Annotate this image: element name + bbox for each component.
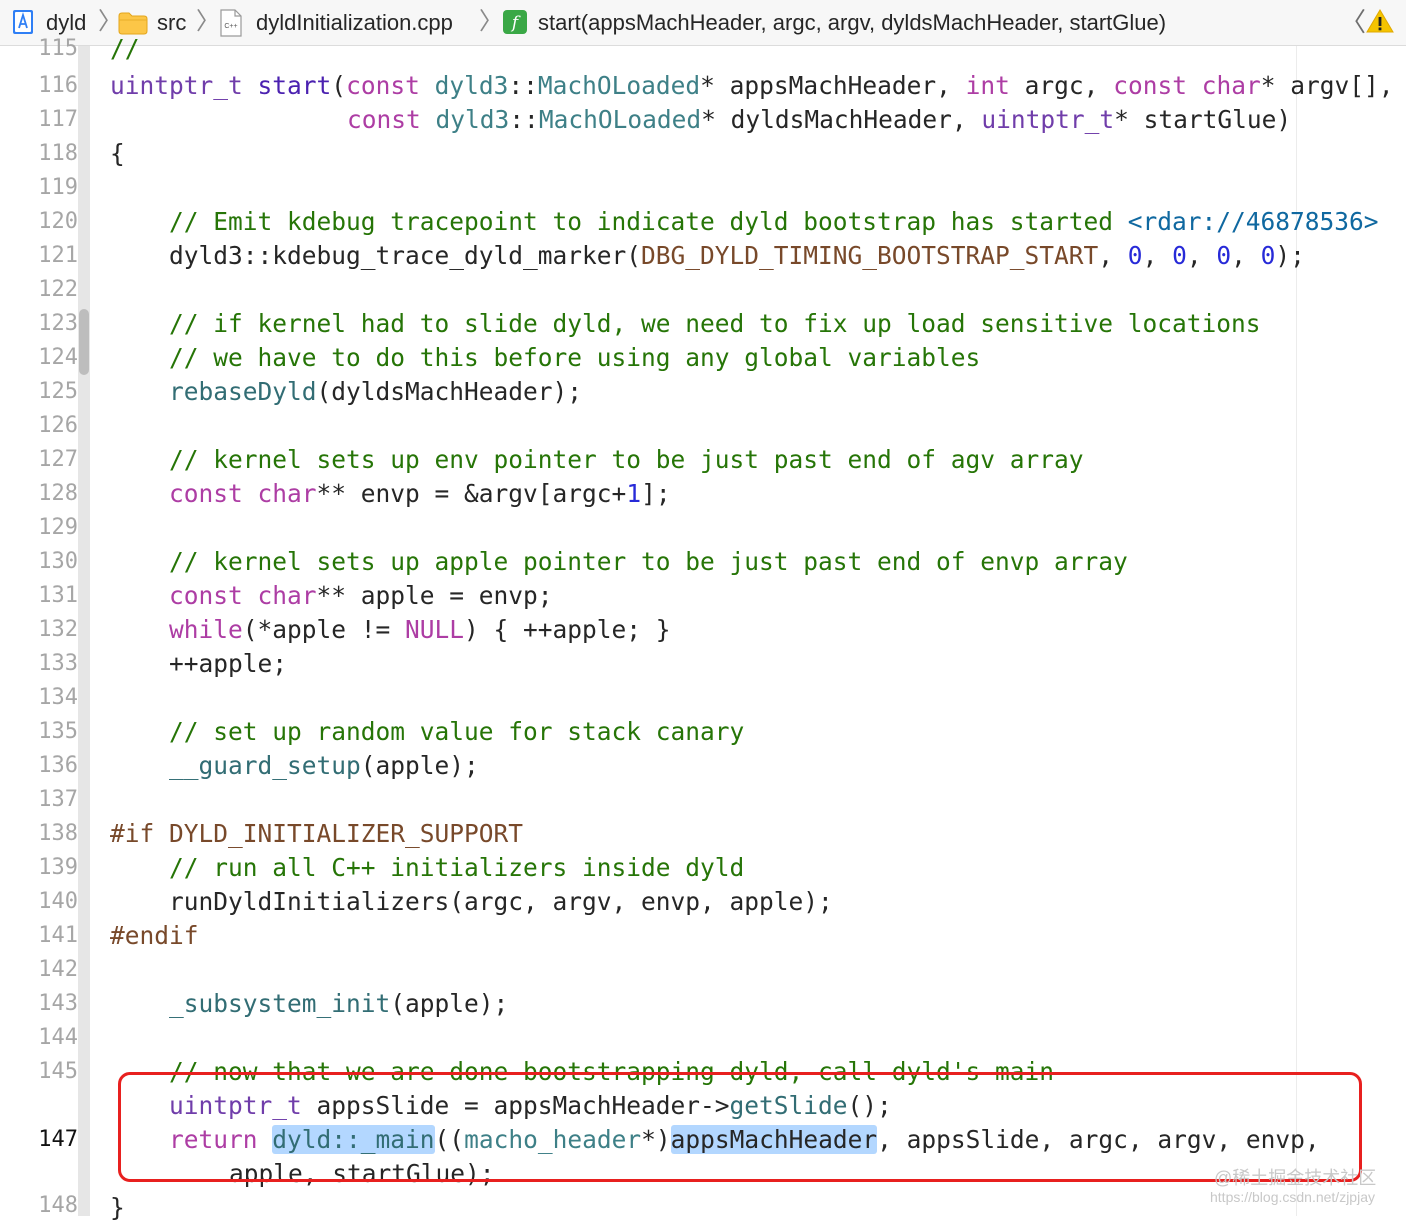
- breadcrumb-bar: dyld 〉 src 〉 C++ dyldInitialization.cpp …: [0, 0, 1406, 46]
- breadcrumb-function[interactable]: start(appsMachHeader, argc, argv, dyldsM…: [538, 9, 1166, 37]
- line-number-gutter: 115 116 117 118 119 120 121 122 123 124 …: [0, 36, 78, 1218]
- code-comment: // if kernel had to slide dyld, we need …: [169, 309, 1261, 338]
- line-number: 139: [38, 855, 78, 880]
- code-line: const dyld3::MachOLoaded* dyldsMachHeade…: [347, 105, 1292, 134]
- line-number: 127: [38, 447, 78, 472]
- line-number: 142: [38, 957, 78, 982]
- change-ribbon: [78, 46, 90, 1216]
- file-type-badge: C++: [224, 23, 237, 30]
- function-icon[interactable]: f: [502, 9, 528, 35]
- line-number: 129: [38, 515, 78, 540]
- line-number: 138: [38, 821, 78, 846]
- code-line: //: [110, 34, 140, 63]
- ribbon-marker[interactable]: [79, 309, 89, 375]
- line-number: 135: [38, 719, 78, 744]
- code-line: }: [110, 1193, 125, 1222]
- code-line: runDyldInitializers(argc, argv, envp, ap…: [169, 887, 833, 916]
- line-number: 123: [38, 311, 78, 336]
- line-number: 140: [38, 889, 78, 914]
- line-number: 122: [38, 277, 78, 302]
- line-number: 124: [38, 345, 78, 370]
- chevron-right-icon: 〉: [196, 8, 220, 35]
- line-number: 137: [38, 787, 78, 812]
- watermark-url: https://blog.csdn.net/zjpjay: [1210, 1189, 1375, 1205]
- code-line: while(*apple != NULL) { ++apple; }: [169, 615, 671, 644]
- line-number: 126: [38, 413, 78, 438]
- code-comment: // run all C++ initializers inside dyld: [169, 853, 745, 882]
- line-number: 132: [38, 617, 78, 642]
- line-number: 116: [38, 73, 78, 98]
- code-line: {: [110, 139, 125, 168]
- line-number: 130: [38, 549, 78, 574]
- watermark-text: @稀土掘金技术社区: [1214, 1168, 1377, 1188]
- line-number: 120: [38, 209, 78, 234]
- line-number: 136: [38, 753, 78, 778]
- chevron-right-icon: 〉: [479, 8, 503, 35]
- code-line: const char** apple = envp;: [169, 581, 553, 610]
- code-comment: // kernel sets up apple pointer to be ju…: [169, 547, 1128, 576]
- line-number: 131: [38, 583, 78, 608]
- breadcrumb-file[interactable]: dyldInitialization.cpp: [256, 9, 453, 37]
- code-line: ++apple;: [169, 649, 288, 678]
- code-line: uintptr_t start(const dyld3::MachOLoaded…: [110, 71, 1394, 100]
- warning-icon[interactable]: [1366, 8, 1394, 34]
- code-preprocessor: #if DYLD_INITIALIZER_SUPPORT: [110, 819, 524, 848]
- chevron-left-icon[interactable]: 〈: [1340, 8, 1366, 36]
- line-number: 133: [38, 651, 78, 676]
- code-comment: // we have to do this before using any g…: [169, 343, 981, 372]
- code-line: // Emit kdebug tracepoint to indicate dy…: [169, 207, 1379, 236]
- code-preprocessor: #endif: [110, 921, 199, 950]
- line-number: 121: [38, 243, 78, 268]
- code-line: const char** envp = &argv[argc+1];: [169, 479, 671, 508]
- code-line: rebaseDyld(dyldsMachHeader);: [169, 377, 583, 406]
- line-number: 143: [38, 991, 78, 1016]
- line-number: 119: [38, 175, 78, 200]
- line-number: 134: [38, 685, 78, 710]
- current-line-number: 147: [38, 1127, 78, 1152]
- code-comment: // set up random value for stack canary: [169, 717, 745, 746]
- code-line: dyld3::kdebug_trace_dyld_marker(DBG_DYLD…: [169, 241, 1305, 270]
- line-number: 128: [38, 481, 78, 506]
- line-number: 118: [38, 141, 78, 166]
- code-line: _subsystem_init(apple);: [169, 989, 509, 1018]
- line-number: 117: [38, 107, 78, 132]
- code-comment: // kernel sets up env pointer to be just…: [169, 445, 1084, 474]
- line-number: 144: [38, 1025, 78, 1050]
- annotation-box: [118, 1072, 1362, 1182]
- breadcrumb-folder[interactable]: src: [157, 9, 186, 37]
- line-number: 148: [38, 1193, 78, 1218]
- line-number: 145: [38, 1059, 78, 1084]
- line-number: 125: [38, 379, 78, 404]
- cpp-file-icon[interactable]: C++: [220, 9, 242, 37]
- line-number: 141: [38, 923, 78, 948]
- code-line: __guard_setup(apple);: [169, 751, 479, 780]
- line-number: 115: [38, 36, 78, 61]
